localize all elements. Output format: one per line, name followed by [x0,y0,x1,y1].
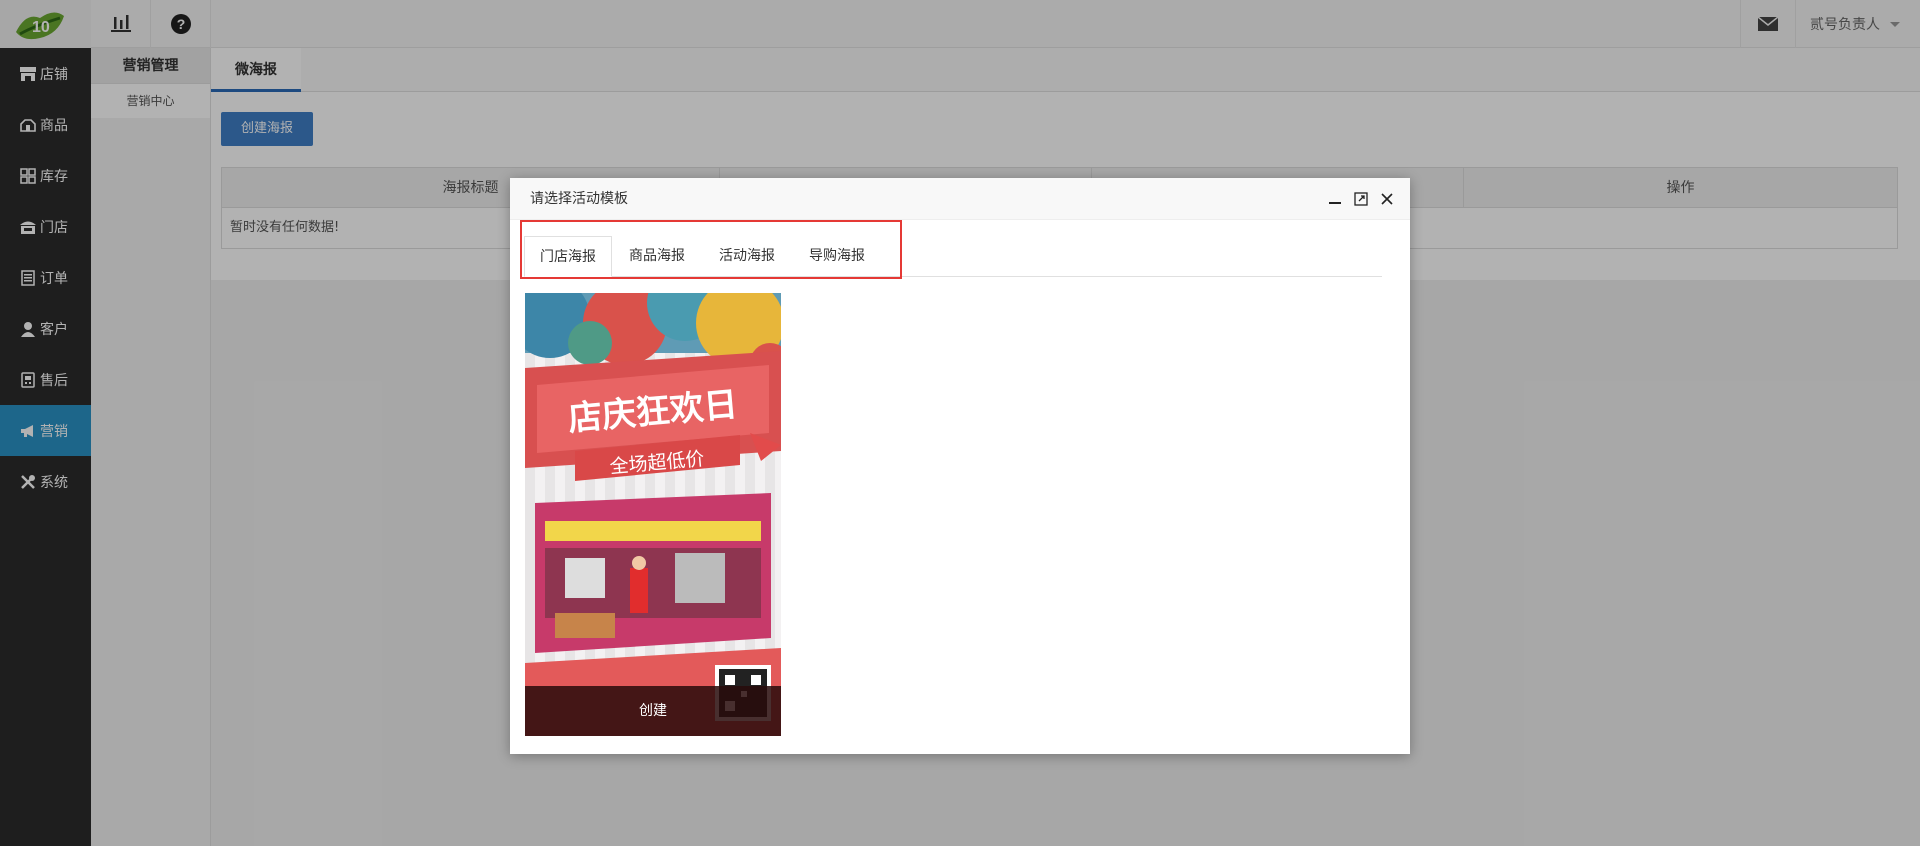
close-icon [1381,193,1393,205]
template-card-store[interactable]: 店庆狂欢日 全场超低价 创建 [525,293,781,736]
minimize-button[interactable] [1326,190,1344,208]
maximize-button[interactable] [1352,190,1370,208]
close-button[interactable] [1378,190,1396,208]
template-modal: 请选择活动模板 门店海报 商品海报 活动海报 导购海报 店庆狂欢日 全场超低价 … [510,178,1410,754]
modal-title: 请选择活动模板 [530,191,628,207]
poster-image: 店庆狂欢日 全场超低价 [525,293,781,736]
modal-header: 请选择活动模板 [510,178,1410,220]
create-template-button[interactable]: 创建 [525,686,781,736]
minimize-icon [1329,202,1341,204]
maximize-icon [1354,192,1368,206]
tabs-highlight-box [520,220,902,279]
